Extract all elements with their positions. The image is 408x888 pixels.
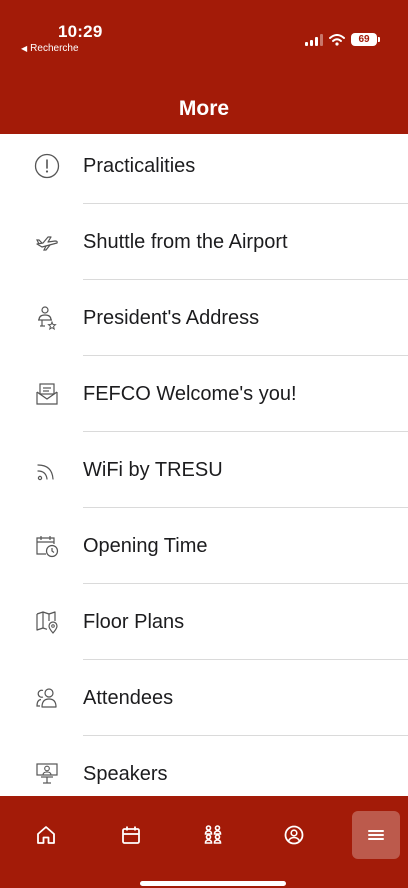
wifi-signal-icon	[33, 456, 61, 484]
home-indicator	[140, 881, 286, 886]
speaker-podium-icon	[33, 760, 61, 788]
battery-icon: 69	[351, 33, 377, 46]
menu-item-presidents-address[interactable]: President's Address	[0, 280, 408, 356]
tab-networking[interactable]	[189, 811, 237, 859]
menu-item-label: Speakers	[83, 763, 168, 785]
status-time: 10:29	[58, 22, 103, 41]
bottom-tab-bar	[0, 796, 408, 888]
menu-item-practicalities[interactable]: Practicalities	[0, 134, 408, 204]
wifi-icon	[329, 33, 345, 46]
tab-more[interactable]	[352, 811, 400, 859]
map-pin-icon	[33, 608, 61, 636]
person-award-icon	[33, 304, 61, 332]
home-icon	[37, 826, 55, 844]
menu-item-opening-time[interactable]: Opening Time	[0, 508, 408, 584]
tab-schedule[interactable]	[107, 811, 155, 859]
menu-item-floor-plans[interactable]: Floor Plans	[0, 584, 408, 660]
menu-item-label: Practicalities	[83, 155, 196, 177]
calendar-icon	[122, 826, 140, 844]
profile-icon	[284, 825, 304, 845]
tab-profile[interactable]	[270, 811, 318, 859]
cellular-signal-icon	[305, 33, 323, 46]
back-to-app-link[interactable]: ◀ Recherche	[21, 43, 79, 54]
envelope-icon	[33, 380, 61, 408]
status-icons: 69	[305, 33, 380, 46]
back-triangle-icon: ◀	[21, 44, 28, 53]
group-icon	[204, 825, 222, 844]
info-exclamation-icon	[33, 152, 61, 180]
airplane-icon	[33, 228, 61, 256]
navigation-bar: More	[0, 82, 408, 134]
menu-icon	[368, 830, 384, 840]
page-title: More	[178, 97, 230, 120]
menu-item-label: Shuttle from the Airport	[83, 231, 288, 253]
menu-item-label: Floor Plans	[83, 611, 185, 633]
menu-item-wifi[interactable]: WiFi by TRESU	[0, 432, 408, 508]
calendar-clock-icon	[33, 532, 61, 560]
menu-item-label: Opening Time	[83, 535, 208, 557]
back-app-label: Recherche	[30, 43, 79, 54]
menu-item-label: FEFCO Welcome's you!	[83, 383, 297, 405]
menu-item-label: President's Address	[83, 307, 260, 329]
menu-item-shuttle[interactable]: Shuttle from the Airport	[0, 204, 408, 280]
battery-tip	[378, 37, 380, 42]
menu-item-attendees[interactable]: Attendees	[0, 660, 408, 736]
more-menu-list: Practicalities Shuttle from the Airport …	[0, 134, 408, 812]
people-icon	[33, 684, 61, 712]
tab-home[interactable]	[22, 811, 70, 859]
menu-item-fefco-welcome[interactable]: FEFCO Welcome's you!	[0, 356, 408, 432]
menu-item-label: Attendees	[83, 687, 174, 709]
menu-item-label: WiFi by TRESU	[83, 459, 223, 481]
status-bar: 10:29 ◀ Recherche 69	[0, 0, 408, 82]
